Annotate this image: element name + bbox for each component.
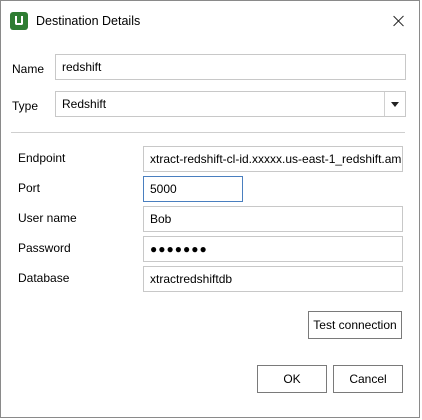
database-label: Database bbox=[18, 271, 70, 285]
test-connection-button[interactable]: Test connection bbox=[308, 311, 402, 339]
app-logo-icon bbox=[10, 12, 28, 30]
dialog-title: Destination Details bbox=[36, 14, 141, 28]
close-icon[interactable] bbox=[385, 8, 413, 34]
password-label: Password bbox=[18, 241, 71, 255]
port-label: Port bbox=[18, 181, 41, 195]
type-select-value: Redshift bbox=[62, 97, 107, 111]
database-field[interactable]: xtractredshiftdb bbox=[143, 266, 403, 292]
password-field[interactable]: ●●●●●●● bbox=[143, 236, 403, 262]
type-label: Type bbox=[12, 99, 39, 113]
destination-details-dialog: Destination Details Name redshift Type R… bbox=[0, 0, 420, 418]
ok-button[interactable]: OK bbox=[257, 365, 327, 393]
username-field[interactable]: Bob bbox=[143, 206, 403, 232]
title-bar: Destination Details bbox=[1, 1, 419, 41]
endpoint-field[interactable]: xtract-redshift-cl-id.xxxxx.us-east-1_re… bbox=[143, 146, 403, 172]
endpoint-label: Endpoint bbox=[18, 151, 66, 165]
name-field[interactable]: redshift bbox=[55, 54, 406, 80]
divider bbox=[11, 132, 405, 133]
cancel-button[interactable]: Cancel bbox=[333, 365, 403, 393]
name-label: Name bbox=[12, 62, 45, 76]
type-select[interactable]: Redshift bbox=[55, 91, 406, 117]
chevron-down-icon[interactable] bbox=[384, 92, 405, 116]
port-field[interactable]: 5000 bbox=[143, 176, 243, 202]
username-label: User name bbox=[18, 211, 77, 225]
